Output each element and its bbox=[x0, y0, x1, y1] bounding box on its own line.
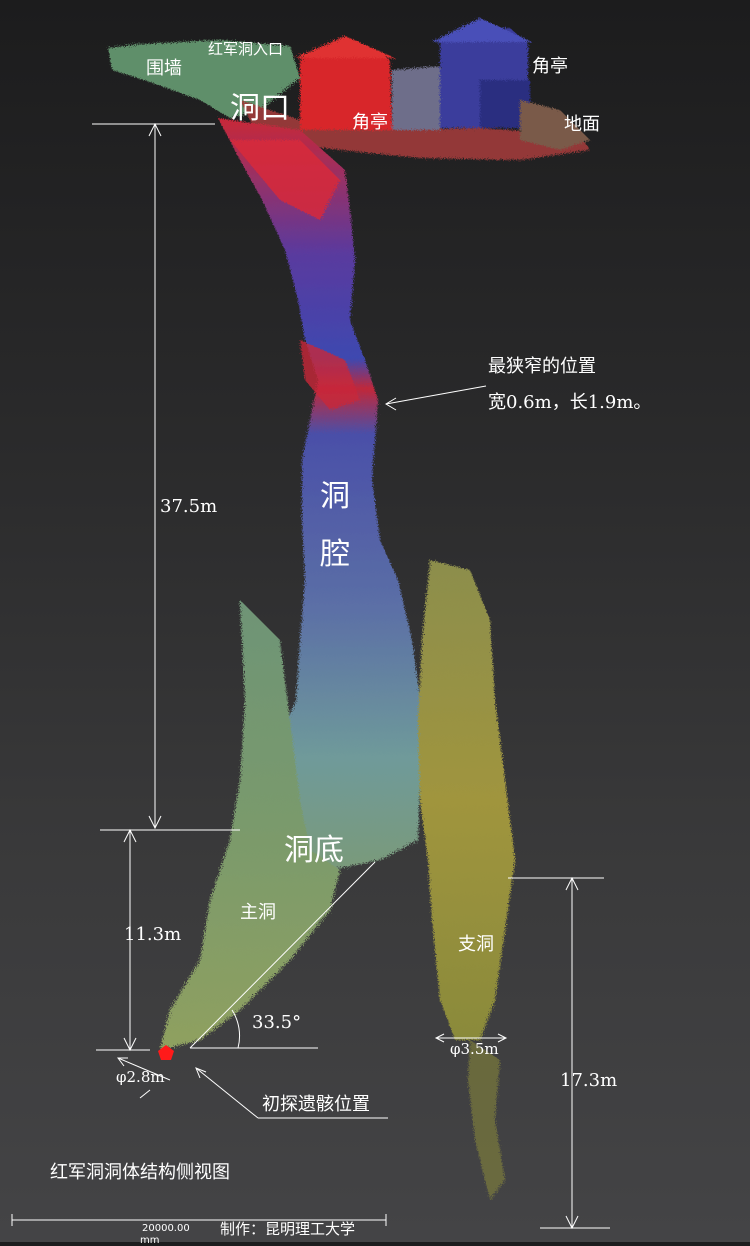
label-remains-position: 初探遗骸位置 bbox=[262, 1094, 370, 1115]
cave-diagram: 围墙 红军洞入口 角亭 洞口 角亭 地面 最狭窄的位置 宽0.6m，长1.9m。… bbox=[0, 0, 750, 1246]
credit-text: 制作：昆明理工大学 bbox=[220, 1220, 356, 1238]
label-pavilion-right: 角亭 bbox=[532, 56, 568, 77]
label-narrowest-detail: 宽0.6m，长1.9m。 bbox=[488, 392, 652, 413]
label-diameter-branch: φ3.5m bbox=[450, 1040, 499, 1058]
label-narrowest-title: 最狭窄的位置 bbox=[488, 356, 596, 377]
label-depth-main: 37.5m bbox=[160, 496, 218, 517]
label-cavity-2: 腔 bbox=[320, 537, 350, 572]
label-pavilion-center: 角亭 bbox=[352, 112, 388, 133]
label-wall: 围墙 bbox=[146, 58, 182, 79]
label-cavity-1: 洞 bbox=[320, 479, 350, 514]
label-diameter-main: φ2.8m bbox=[116, 1068, 165, 1086]
scale-unit: mm bbox=[140, 1235, 160, 1246]
diagram-title: 红军洞洞体结构侧视图 bbox=[50, 1162, 230, 1183]
label-entrance: 红军洞入口 bbox=[208, 40, 284, 58]
cave-point-cloud bbox=[11, 18, 610, 1230]
remains-marker bbox=[158, 1045, 174, 1060]
label-main-cave: 主洞 bbox=[240, 902, 276, 923]
branch-cave bbox=[418, 560, 515, 1200]
scale-value: 20000.00 bbox=[142, 1223, 190, 1234]
surface-structures bbox=[108, 18, 590, 160]
label-angle: 33.5° bbox=[252, 1012, 302, 1033]
label-ground: 地面 bbox=[564, 114, 600, 135]
label-cave-mouth: 洞口 bbox=[230, 91, 290, 126]
label-depth-branch: 17.3m bbox=[560, 1070, 618, 1091]
label-branch-cave: 支洞 bbox=[458, 934, 494, 955]
label-bottom: 洞底 bbox=[284, 833, 344, 868]
label-depth-bottom: 11.3m bbox=[124, 924, 182, 945]
